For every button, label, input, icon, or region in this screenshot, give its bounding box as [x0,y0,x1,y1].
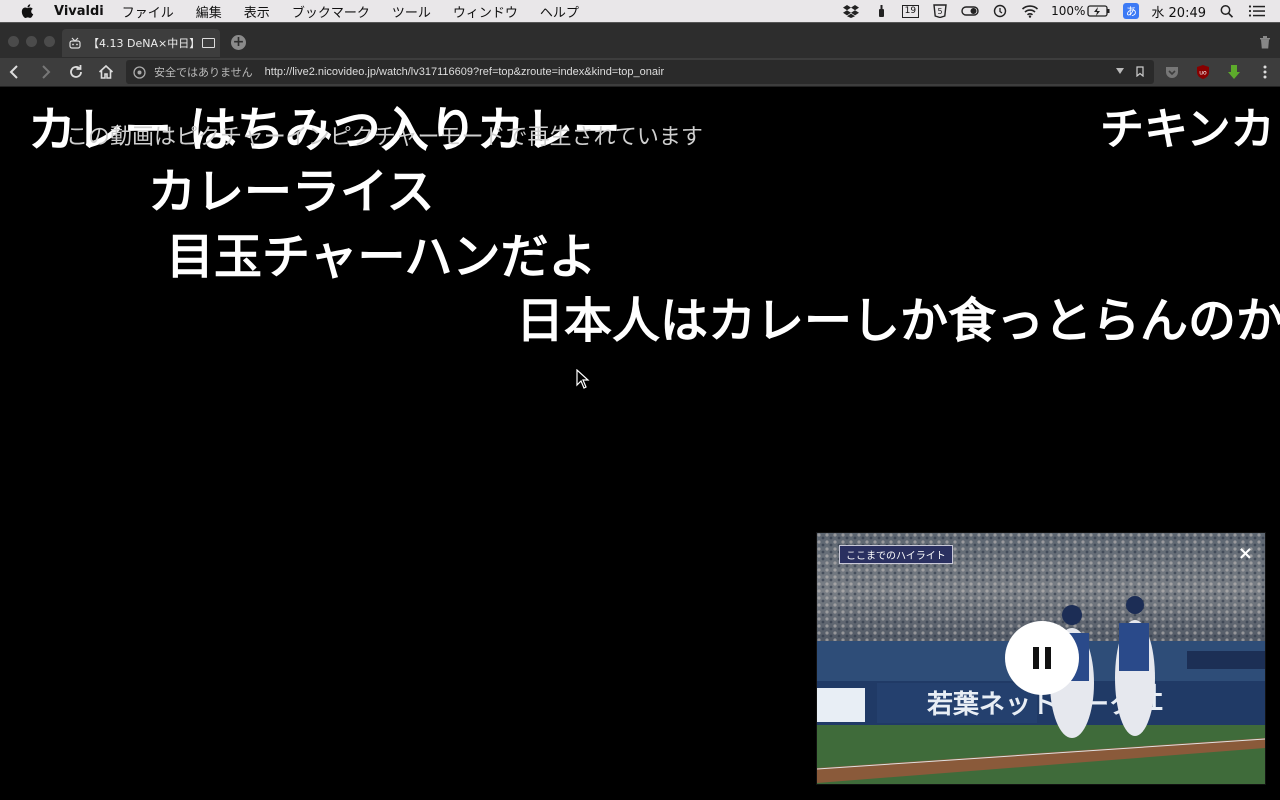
pause-icon [1033,647,1039,669]
menu-window[interactable]: ウィンドウ [453,2,518,21]
back-icon[interactable] [6,63,24,81]
insecure-icon[interactable] [133,65,146,79]
battery-icon[interactable] [1087,4,1111,18]
battery-percent: 100% [1051,4,1086,18]
picture-in-picture-player[interactable]: 若葉ネットワーク 社 ここまでのハイライト × [816,532,1266,785]
url-dropdown-icon[interactable] [1116,68,1124,74]
niconico-favicon-icon [69,37,81,49]
close-window-button[interactable] [8,36,19,47]
tab-title: 【4.13 DeNA×中日】横浜 [88,37,200,50]
scrolling-comment: 目玉チャーハンだよ [166,229,597,285]
menu-bookmarks[interactable]: ブックマーク [292,2,370,21]
calendar-icon[interactable]: 19 [901,4,920,18]
tab-tile-icon[interactable] [202,38,215,48]
forward-icon[interactable] [36,63,54,81]
clock[interactable]: 水 20:49 [1151,2,1206,21]
dropbox-icon[interactable] [842,4,860,18]
bookmark-icon[interactable] [1136,66,1144,77]
pause-button[interactable] [1005,621,1079,695]
input-method-indicator[interactable]: あ [1123,3,1140,19]
navigation-bar: 安全ではありません http://live2.nicovideo.jp/watc… [0,58,1280,87]
trash-icon[interactable] [1259,35,1271,49]
mouse-cursor-icon [576,369,590,389]
notification-center-icon[interactable] [1248,4,1266,18]
menu-help[interactable]: ヘルプ [540,2,579,21]
menu-kebab-icon[interactable] [1257,64,1273,80]
zoom-window-button[interactable] [44,36,55,47]
svg-text:若葉ネットワーク: 若葉ネットワーク [927,690,1135,720]
pip-close-icon[interactable]: × [1238,543,1253,564]
menu-bar: Vivaldi ファイル 編集 表示 ブックマーク ツール ウィンドウ ヘルプ … [0,0,1280,22]
apple-icon[interactable] [20,3,36,19]
time-machine-icon[interactable] [991,4,1009,18]
pocket-icon[interactable] [1164,64,1180,80]
app-menu-vivaldi[interactable]: Vivaldi [54,4,104,19]
cleaner-icon[interactable] [872,4,890,18]
download-icon[interactable] [1226,64,1242,80]
scrolling-comment: カレーライス [148,164,435,220]
security-status: 安全ではありません [154,66,253,79]
spotlight-icon[interactable] [1218,4,1236,18]
new-tab-button[interactable]: + [231,35,246,50]
html5-icon[interactable]: 5 [931,4,949,18]
video-area[interactable]: カレー はちみつ入りカレー チキンカ この動画はピクチャーインピクチャーモードで… [0,87,1280,800]
wifi-icon[interactable] [1021,4,1039,18]
menu-view[interactable]: 表示 [244,2,270,21]
toggle-icon[interactable] [961,4,979,18]
url-text[interactable]: http://live2.nicovideo.jp/watch/lv317116… [265,66,664,78]
minimize-window-button[interactable] [26,36,37,47]
home-icon[interactable] [97,63,115,81]
svg-text:5: 5 [938,7,943,16]
menu-tools[interactable]: ツール [392,2,431,21]
tab-bar: 【4.13 DeNA×中日】横浜 + [0,22,1280,59]
tab-active[interactable]: 【4.13 DeNA×中日】横浜 [62,29,220,57]
highlight-button[interactable]: ここまでのハイライト [839,545,953,564]
scrolling-comment: チキンカ [1100,104,1275,155]
ublock-icon[interactable]: uo [1195,64,1211,80]
pause-icon-bar [1045,647,1051,669]
reload-icon[interactable] [67,63,85,81]
svg-text:uo: uo [1199,70,1207,77]
pip-notice-text: この動画はピクチャーインピクチャーモードで再生されています [66,125,703,150]
menu-edit[interactable]: 編集 [196,2,222,21]
menu-file[interactable]: ファイル [122,2,174,21]
address-bar[interactable]: 安全ではありません http://live2.nicovideo.jp/watc… [126,60,1154,84]
scrolling-comment: 日本人はカレーしか食っとらんのか [516,293,1280,349]
